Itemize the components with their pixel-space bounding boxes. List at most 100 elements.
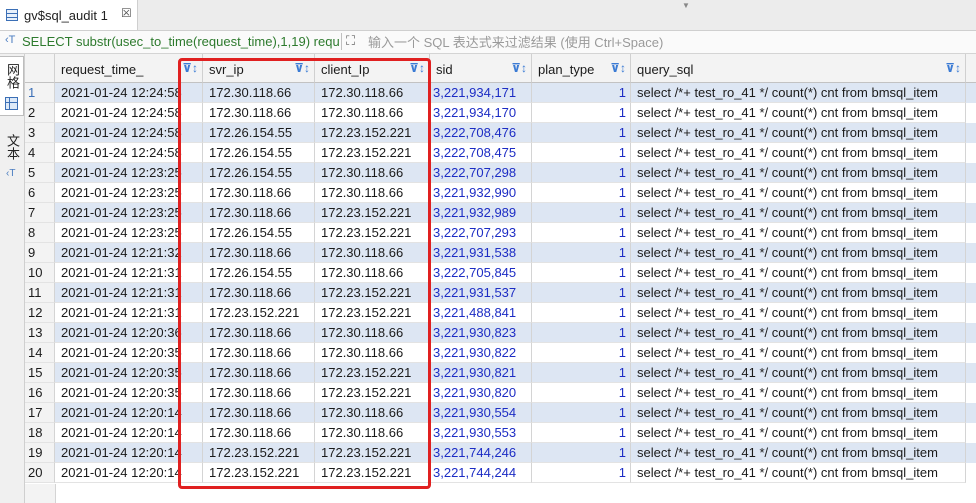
sql-query-text[interactable]: SELECT substr(usec_to_time(request_time)…: [22, 34, 339, 49]
table-row[interactable]: 7 2021-01-24 12:23:25 172.30.118.66 172.23.…: [25, 203, 976, 223]
query-sql-cell[interactable]: select /*+ test_ro_41 */ count(*) cnt fr…: [631, 423, 966, 443]
sid-cell[interactable]: 3,221,934,170: [430, 103, 532, 123]
plan-type-cell[interactable]: 1: [532, 443, 631, 463]
request-time-cell[interactable]: 2021-01-24 12:23:25: [55, 163, 203, 183]
row-number-cell[interactable]: 15: [25, 363, 55, 383]
row-number-cell[interactable]: 6: [25, 183, 55, 203]
svr-ip-cell[interactable]: 172.30.118.66: [203, 83, 315, 103]
row-number-cell[interactable]: 2: [25, 103, 55, 123]
sid-cell[interactable]: 3,222,708,475: [430, 143, 532, 163]
request-time-cell[interactable]: 2021-01-24 12:23:25: [55, 203, 203, 223]
plan-type-cell[interactable]: 1: [532, 203, 631, 223]
svr-ip-cell[interactable]: 172.30.118.66: [203, 203, 315, 223]
plan-type-cell[interactable]: 1: [532, 223, 631, 243]
query-sql-cell[interactable]: select /*+ test_ro_41 */ count(*) cnt fr…: [631, 203, 966, 223]
request-time-cell[interactable]: 2021-01-24 12:21:31: [55, 303, 203, 323]
sid-cell[interactable]: 3,221,934,171: [430, 83, 532, 103]
request-time-cell[interactable]: 2021-01-24 12:24:58: [55, 123, 203, 143]
plan-type-cell[interactable]: 1: [532, 103, 631, 123]
row-number-cell[interactable]: 18: [25, 423, 55, 443]
query-sql-cell[interactable]: select /*+ test_ro_41 */ count(*) cnt fr…: [631, 123, 966, 143]
client-ip-cell[interactable]: 172.30.118.66: [315, 183, 430, 203]
table-row[interactable]: 3 2021-01-24 12:24:58 172.26.154.55 172.23.…: [25, 123, 976, 143]
svr-ip-cell[interactable]: 172.26.154.55: [203, 123, 315, 143]
svr-ip-cell[interactable]: 172.30.118.66: [203, 343, 315, 363]
client-ip-cell[interactable]: 172.23.152.221: [315, 383, 430, 403]
row-number-cell[interactable]: 5: [25, 163, 55, 183]
sid-cell[interactable]: 3,221,932,989: [430, 203, 532, 223]
client-ip-cell[interactable]: 172.30.118.66: [315, 403, 430, 423]
svr-ip-cell[interactable]: 172.26.154.55: [203, 223, 315, 243]
query-sql-cell[interactable]: select /*+ test_ro_41 */ count(*) cnt fr…: [631, 343, 966, 363]
table-row[interactable]: 20 2021-01-24 12:20:14 172.23.152.221 172.2…: [25, 463, 976, 483]
sid-cell[interactable]: 3,221,932,990: [430, 183, 532, 203]
plan-type-cell[interactable]: 1: [532, 423, 631, 443]
query-sql-cell[interactable]: select /*+ test_ro_41 */ count(*) cnt fr…: [631, 223, 966, 243]
request-time-cell[interactable]: 2021-01-24 12:23:25: [55, 223, 203, 243]
table-row[interactable]: 13 2021-01-24 12:20:36 172.30.118.66 172.30…: [25, 323, 976, 343]
client-ip-cell[interactable]: 172.30.118.66: [315, 163, 430, 183]
plan-type-cell[interactable]: 1: [532, 263, 631, 283]
client-ip-cell[interactable]: 172.30.118.66: [315, 343, 430, 363]
plan-type-cell[interactable]: 1: [532, 403, 631, 423]
sid-cell[interactable]: 3,221,930,821: [430, 363, 532, 383]
client-ip-cell[interactable]: 172.30.118.66: [315, 243, 430, 263]
plan-type-cell[interactable]: 1: [532, 363, 631, 383]
row-number-cell[interactable]: 11: [25, 283, 55, 303]
plan-type-cell[interactable]: 1: [532, 283, 631, 303]
table-row[interactable]: 4 2021-01-24 12:24:58 172.26.154.55 172.23.…: [25, 143, 976, 163]
tab-sql-audit[interactable]: gv$sql_audit 1 ☒: [0, 0, 138, 30]
plan-type-cell[interactable]: 1: [532, 123, 631, 143]
client-ip-cell[interactable]: 172.23.152.221: [315, 363, 430, 383]
svr-ip-cell[interactable]: 172.26.154.55: [203, 263, 315, 283]
column-header-sid[interactable]: sid ⊽↕: [430, 54, 532, 83]
filter-sort-icon[interactable]: ⊽↕: [409, 61, 425, 75]
column-header-plan-type[interactable]: plan_type ⊽↕: [532, 54, 631, 83]
filter-sort-icon[interactable]: ⊽↕: [294, 61, 310, 75]
column-header-client-ip[interactable]: client_Ip ⊽↕: [315, 54, 430, 83]
table-row[interactable]: 17 2021-01-24 12:20:14 172.30.118.66 172.30…: [25, 403, 976, 423]
table-row[interactable]: 8 2021-01-24 12:23:25 172.26.154.55 172.23.…: [25, 223, 976, 243]
query-sql-cell[interactable]: select /*+ test_ro_41 */ count(*) cnt fr…: [631, 403, 966, 423]
row-number-cell[interactable]: 1: [25, 83, 55, 103]
table-row[interactable]: 15 2021-01-24 12:20:35 172.30.118.66 172.23…: [25, 363, 976, 383]
table-row[interactable]: 11 2021-01-24 12:21:31 172.30.118.66 172.23…: [25, 283, 976, 303]
table-row[interactable]: 14 2021-01-24 12:20:35 172.30.118.66 172.30…: [25, 343, 976, 363]
row-number-cell[interactable]: 8: [25, 223, 55, 243]
svr-ip-cell[interactable]: 172.30.118.66: [203, 323, 315, 343]
row-number-cell[interactable]: 9: [25, 243, 55, 263]
row-number-cell[interactable]: 13: [25, 323, 55, 343]
query-sql-cell[interactable]: select /*+ test_ro_41 */ count(*) cnt fr…: [631, 283, 966, 303]
query-sql-cell[interactable]: select /*+ test_ro_41 */ count(*) cnt fr…: [631, 383, 966, 403]
table-row[interactable]: 18 2021-01-24 12:20:14 172.30.118.66 172.30…: [25, 423, 976, 443]
svr-ip-cell[interactable]: 172.30.118.66: [203, 243, 315, 263]
svr-ip-cell[interactable]: 172.26.154.55: [203, 163, 315, 183]
result-grid[interactable]: request_time_ ⊽↕ svr_ip ⊽↕ client_Ip ⊽↕ …: [25, 54, 976, 503]
plan-type-cell[interactable]: 1: [532, 383, 631, 403]
svr-ip-cell[interactable]: 172.23.152.221: [203, 303, 315, 323]
query-sql-cell[interactable]: select /*+ test_ro_41 */ count(*) cnt fr…: [631, 163, 966, 183]
sid-cell[interactable]: 3,221,930,822: [430, 343, 532, 363]
request-time-cell[interactable]: 2021-01-24 12:24:58: [55, 83, 203, 103]
table-row[interactable]: 19 2021-01-24 12:20:14 172.23.152.221 172.2…: [25, 443, 976, 463]
svr-ip-cell[interactable]: 172.30.118.66: [203, 103, 315, 123]
query-sql-cell[interactable]: select /*+ test_ro_41 */ count(*) cnt fr…: [631, 303, 966, 323]
filter-sort-icon[interactable]: ⊽↕: [610, 61, 626, 75]
close-icon[interactable]: ☒: [121, 6, 132, 20]
plan-type-cell[interactable]: 1: [532, 243, 631, 263]
request-time-cell[interactable]: 2021-01-24 12:20:35: [55, 383, 203, 403]
request-time-cell[interactable]: 2021-01-24 12:20:14: [55, 423, 203, 443]
query-sql-cell[interactable]: select /*+ test_ro_41 */ count(*) cnt fr…: [631, 183, 966, 203]
sid-cell[interactable]: 3,221,744,244: [430, 463, 532, 483]
client-ip-cell[interactable]: 172.23.152.221: [315, 143, 430, 163]
client-ip-cell[interactable]: 172.30.118.66: [315, 423, 430, 443]
client-ip-cell[interactable]: 172.23.152.221: [315, 463, 430, 483]
filter-sort-icon[interactable]: ⊽↕: [945, 61, 961, 75]
client-ip-cell[interactable]: 172.23.152.221: [315, 123, 430, 143]
sid-cell[interactable]: 3,221,930,820: [430, 383, 532, 403]
sid-cell[interactable]: 3,221,744,246: [430, 443, 532, 463]
client-ip-cell[interactable]: 172.23.152.221: [315, 203, 430, 223]
plan-type-cell[interactable]: 1: [532, 343, 631, 363]
client-ip-cell[interactable]: 172.30.118.66: [315, 83, 430, 103]
table-row[interactable]: 12 2021-01-24 12:21:31 172.23.152.221 172.2…: [25, 303, 976, 323]
